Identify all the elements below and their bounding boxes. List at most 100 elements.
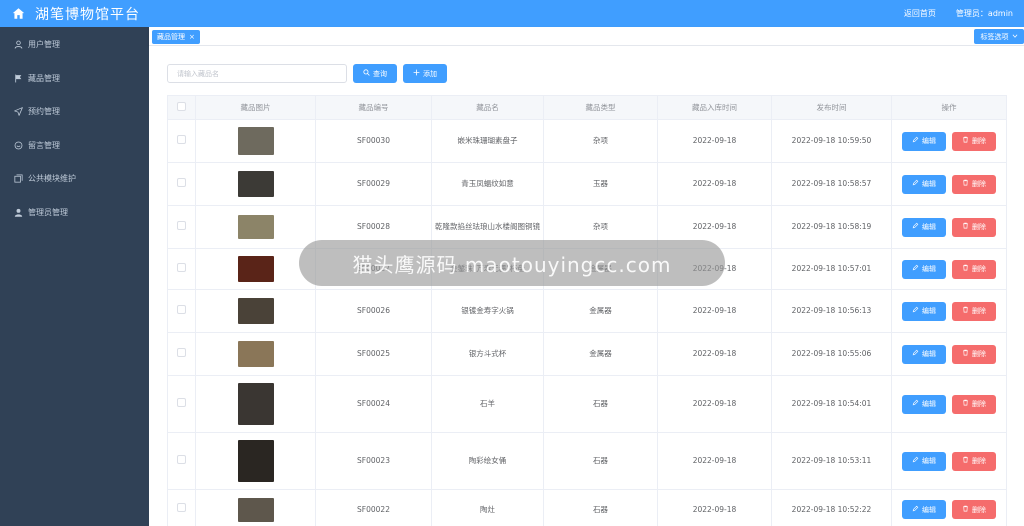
tag-options-button[interactable]: 标签选项 — [974, 29, 1024, 44]
delete-button[interactable]: 删除 — [952, 259, 996, 279]
delete-button-label: 删除 — [972, 180, 986, 188]
row-checkbox[interactable] — [177, 304, 186, 314]
code-cell: SF00025 — [315, 332, 432, 376]
delete-button[interactable]: 删除 — [952, 451, 996, 471]
type-cell: 石器 — [543, 375, 658, 433]
select-cell — [167, 375, 196, 433]
row-checkbox[interactable] — [177, 454, 186, 464]
tag-collections[interactable]: 藏品管理 × — [152, 30, 200, 44]
tags-view: 藏品管理 × 标签选项 — [149, 27, 1024, 46]
edit-icon — [912, 263, 919, 275]
sidebar-item-label: 用户管理 — [28, 40, 60, 50]
edit-button-label: 编辑 — [922, 180, 936, 188]
sidebar-item-collections[interactable]: 藏品管理 — [0, 62, 149, 96]
stock-date-cell: 2022-09-18 — [657, 289, 772, 333]
select-all-cell — [167, 95, 196, 120]
edit-button[interactable]: 编辑 — [902, 131, 946, 151]
row-checkbox[interactable] — [177, 347, 186, 357]
collection-thumbnail — [237, 497, 274, 522]
code-cell: SF00030 — [315, 119, 432, 163]
tag-label: 藏品管理 — [157, 33, 185, 41]
edit-button-label: 编辑 — [922, 223, 936, 231]
edit-button[interactable]: 编辑 — [902, 217, 946, 237]
chevron-down-icon — [1012, 33, 1018, 41]
app-title: 湖笔博物馆平台 — [35, 6, 140, 23]
row-checkbox[interactable] — [177, 262, 186, 272]
image-cell — [195, 375, 316, 433]
select-all-checkbox[interactable] — [177, 102, 186, 111]
home-link[interactable]: 返回首页 — [904, 8, 936, 19]
delete-button[interactable]: 删除 — [952, 500, 996, 519]
edit-button[interactable]: 编辑 — [902, 174, 946, 194]
edit-button[interactable]: 编辑 — [902, 301, 946, 321]
name-cell: 银方斗式杯 — [431, 332, 544, 376]
sidebar-item-users[interactable]: 用户管理 — [0, 28, 149, 62]
delete-button-label: 删除 — [972, 307, 986, 315]
delete-button[interactable]: 删除 — [952, 394, 996, 414]
row-checkbox[interactable] — [177, 134, 186, 144]
header-right: 返回首页 管理员：admin — [904, 0, 1024, 27]
image-cell — [195, 205, 316, 249]
sidebar-item-common-modules[interactable]: 公共模块维护 — [0, 162, 149, 196]
sidebar-item-admins[interactable]: 管理员管理 — [0, 196, 149, 230]
code-cell: SF00026 — [315, 289, 432, 333]
delete-button[interactable]: 删除 — [952, 174, 996, 194]
search-input[interactable]: 请输入藏品名 — [167, 64, 347, 83]
trash-icon — [962, 305, 969, 317]
row-checkbox[interactable] — [177, 503, 186, 512]
delete-button-label: 删除 — [972, 505, 986, 514]
column-header: 藏品名 — [431, 95, 544, 120]
edit-button-label: 编辑 — [922, 457, 936, 465]
publish-time-cell: 2022-09-18 10:55:06 — [771, 332, 892, 376]
select-cell — [167, 332, 196, 376]
edit-button[interactable]: 编辑 — [902, 451, 946, 471]
collection-thumbnail — [237, 298, 274, 324]
select-cell — [167, 248, 196, 290]
image-cell — [195, 289, 316, 333]
actions-cell: 编辑 删除 — [891, 489, 1007, 526]
delete-button[interactable]: 删除 — [952, 344, 996, 364]
send-icon — [13, 107, 23, 117]
delete-button[interactable]: 删除 — [952, 301, 996, 321]
edit-button[interactable]: 编辑 — [902, 259, 946, 279]
actions-cell: 编辑 删除 — [891, 205, 1007, 249]
home-icon[interactable] — [11, 7, 25, 21]
row-checkbox[interactable] — [177, 397, 186, 407]
tag-options-label: 标签选项 — [980, 32, 1009, 41]
sidebar-item-reservations[interactable]: 预约管理 — [0, 95, 149, 129]
edit-button-label: 编辑 — [922, 265, 936, 273]
column-header: 发布时间 — [771, 95, 892, 120]
delete-button-label: 删除 — [972, 457, 986, 465]
user-solid-icon — [13, 207, 23, 217]
collection-thumbnail — [237, 256, 274, 282]
add-button[interactable]: 添加 — [403, 64, 447, 83]
sidebar-item-label: 留言管理 — [28, 140, 60, 150]
column-header: 藏品入库时间 — [657, 95, 772, 120]
publish-time-cell: 2022-09-18 10:59:50 — [771, 119, 892, 163]
user-menu[interactable]: 管理员：admin — [956, 8, 1013, 19]
row-checkbox[interactable] — [177, 177, 186, 187]
edit-button[interactable]: 编辑 — [902, 500, 946, 519]
stock-date-cell: 2022-09-18 — [657, 489, 772, 526]
code-cell: SF00023 — [315, 432, 432, 490]
stock-date-cell: 2022-09-18 — [657, 332, 772, 376]
delete-button[interactable]: 删除 — [952, 131, 996, 151]
code-cell: SF00029 — [315, 162, 432, 206]
publish-time-cell: 2022-09-18 10:58:19 — [771, 205, 892, 249]
delete-button[interactable]: 删除 — [952, 217, 996, 237]
watermark-banner: 猫头鹰源码 maotouyingcc.com — [299, 240, 725, 286]
stock-date-cell: 2022-09-18 — [657, 375, 772, 433]
table-row: SF00026 银镀金寿字火锅 金属器 2022-09-18 2022-09-18 10… — [167, 289, 1007, 333]
row-checkbox[interactable] — [177, 220, 186, 230]
edit-button[interactable]: 编辑 — [902, 344, 946, 364]
name-cell: 石羊 — [431, 375, 544, 433]
type-cell: 石器 — [543, 489, 658, 526]
close-icon[interactable]: × — [189, 33, 195, 41]
edit-button[interactable]: 编辑 — [902, 394, 946, 414]
sidebar-item-messages[interactable]: 留言管理 — [0, 129, 149, 163]
name-cell: 嵌米珠珊瑚素盘子 — [431, 119, 544, 163]
copy-icon — [13, 174, 23, 184]
table-row: SF00022 陶灶 石器 2022-09-18 2022-09-18 10:52:22… — [167, 489, 1007, 526]
search-button[interactable]: 查询 — [353, 64, 397, 83]
publish-time-cell: 2022-09-18 10:54:01 — [771, 375, 892, 433]
